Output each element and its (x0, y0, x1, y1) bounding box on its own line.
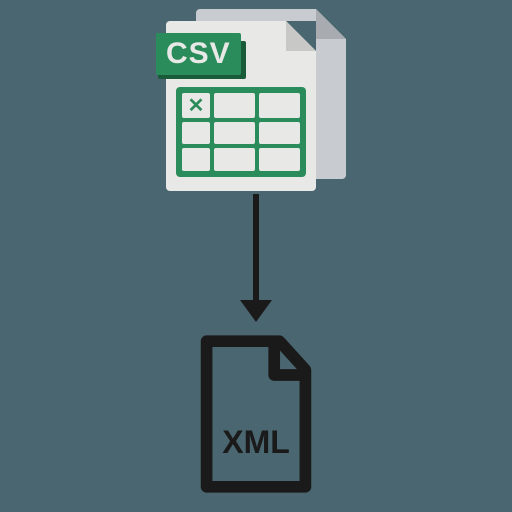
xml-file-icon: XML (191, 334, 321, 494)
grid-cell (259, 148, 300, 171)
grid-cell (182, 122, 210, 145)
grid-cell (259, 122, 300, 145)
csv-format-badge: CSV (156, 33, 241, 75)
grid-cell (214, 148, 255, 171)
paper-fold (286, 21, 316, 51)
xml-format-label: XML (191, 424, 321, 461)
spreadsheet-grid-icon: ✕ (176, 87, 306, 177)
conversion-arrow-down-icon (253, 194, 259, 304)
cell-x-marker: ✕ (182, 93, 210, 118)
grid-cell (214, 122, 255, 145)
grid-cell (214, 93, 255, 118)
file-outline-icon (191, 334, 321, 494)
csv-file-icon: CSV ✕ (166, 9, 346, 189)
grid-cell (182, 148, 210, 171)
grid-cell (259, 93, 300, 118)
